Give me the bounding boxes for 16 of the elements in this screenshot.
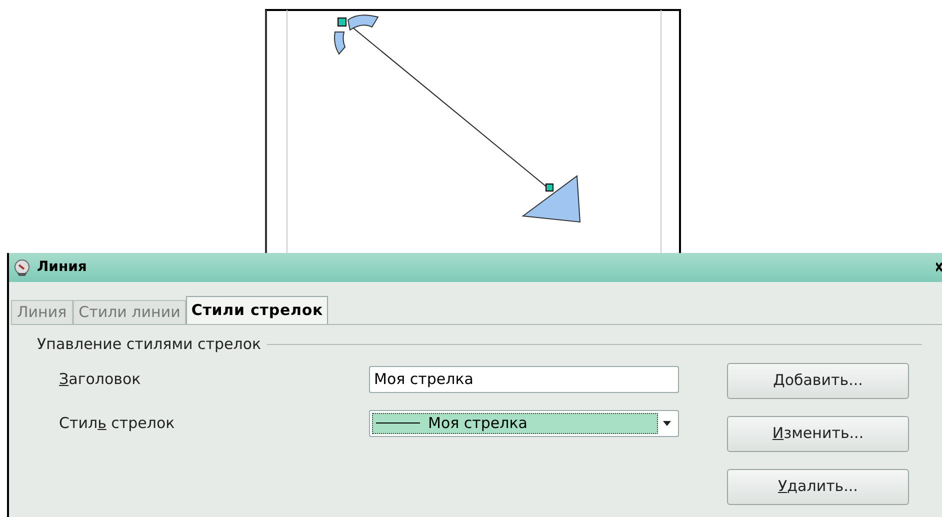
app-icon: [13, 258, 31, 276]
field-label: Стиль стрелок: [59, 412, 176, 434]
arrow-style-dropdown[interactable]: Моя стрелка: [369, 410, 679, 436]
field-label: Заголовок: [59, 368, 142, 390]
window-title: Линия: [37, 258, 87, 277]
dropdown-arrow-icon: [663, 420, 671, 426]
tab[interactable]: Стили стрелок: [186, 296, 328, 324]
dialog-button[interactable]: Добавить...: [727, 362, 909, 398]
selection-handle[interactable]: [546, 184, 554, 192]
title-field[interactable]: Моя стрелка: [369, 366, 679, 392]
group-title: Упавление стилями стрелок: [37, 334, 262, 355]
dialog-button[interactable]: Изменить...: [727, 416, 909, 452]
close-icon[interactable]: [936, 262, 942, 272]
selection-handle[interactable]: [338, 18, 346, 26]
line-preview-icon: [376, 421, 420, 425]
dialog-button[interactable]: Удалить...: [727, 468, 909, 504]
